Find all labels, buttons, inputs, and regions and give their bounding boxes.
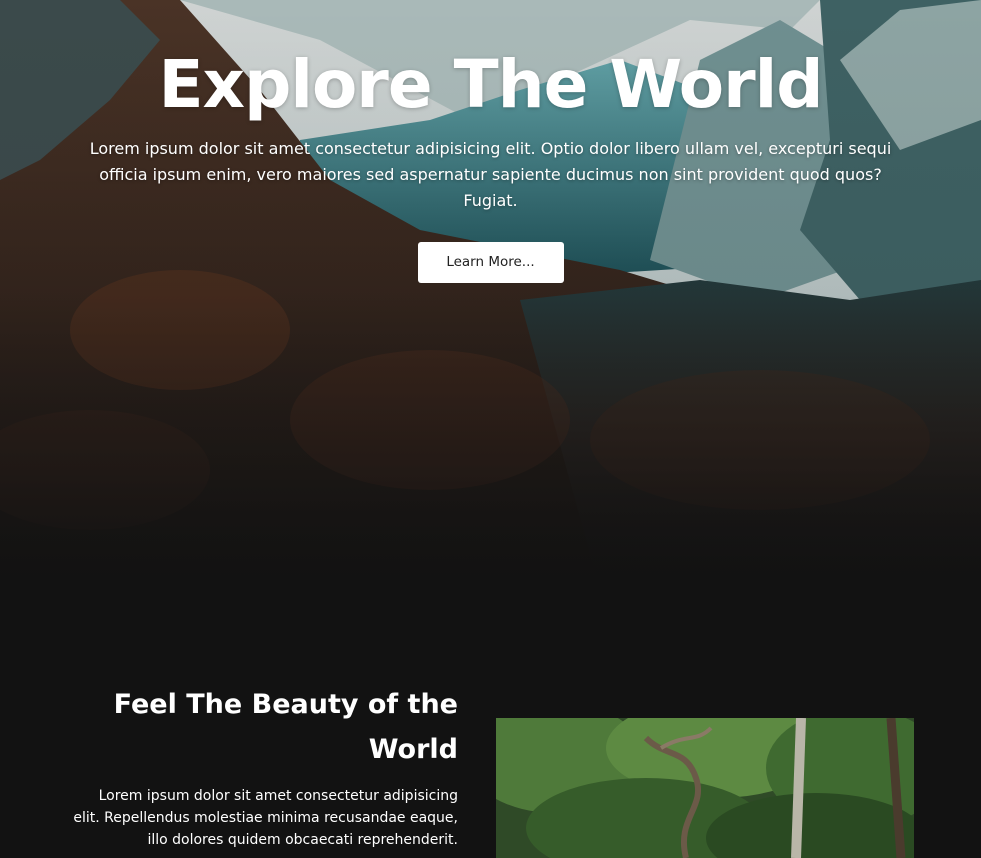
feature-section: Feel The Beauty of the World Lorem ipsum… <box>0 590 981 858</box>
feature-text-block: Feel The Beauty of the World Lorem ipsum… <box>70 682 458 851</box>
learn-more-button[interactable]: Learn More... <box>417 242 564 283</box>
feature-title: Feel The Beauty of the World <box>113 689 458 765</box>
feature-forest-image <box>496 718 914 858</box>
feature-description: Lorem ipsum dolor sit amet consectetur a… <box>73 788 458 848</box>
hero-title: Explore The World <box>158 46 823 123</box>
hero-section: Explore The World Lorem ipsum dolor sit … <box>0 0 981 590</box>
hero-content: Explore The World Lorem ipsum dolor sit … <box>0 0 981 283</box>
hero-description: Lorem ipsum dolor sit amet consectetur a… <box>89 139 892 210</box>
